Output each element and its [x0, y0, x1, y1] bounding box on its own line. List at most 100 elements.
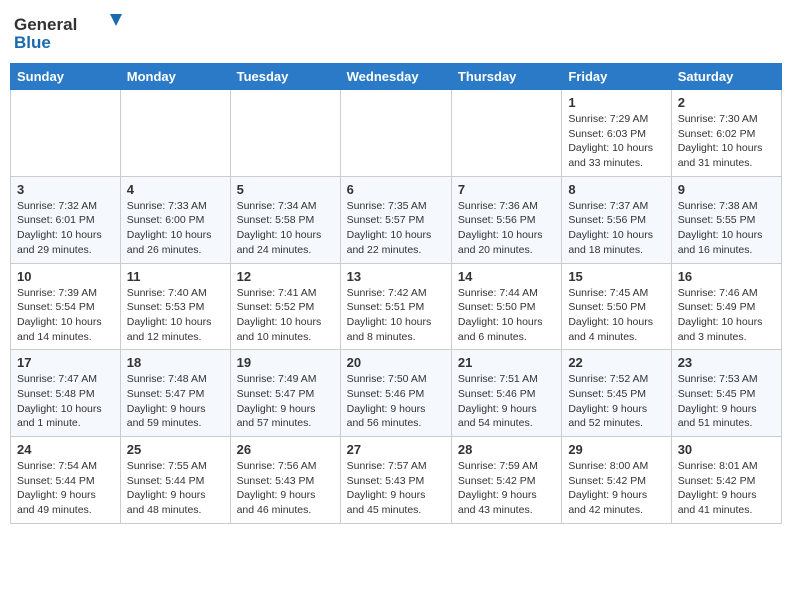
day-number: 30 — [678, 442, 775, 457]
day-number: 26 — [237, 442, 334, 457]
calendar-cell: 17 Sunrise: 7:47 AM Sunset: 5:48 PM Dayli… — [11, 350, 121, 437]
svg-text:Blue: Blue — [14, 33, 51, 52]
day-number: 16 — [678, 269, 775, 284]
day-info: Sunrise: 7:56 AM Sunset: 5:43 PM Dayligh… — [237, 459, 334, 518]
day-info: Sunrise: 7:45 AM Sunset: 5:50 PM Dayligh… — [568, 286, 664, 345]
calendar-cell: 2 Sunrise: 7:30 AM Sunset: 6:02 PM Daylig… — [671, 90, 781, 177]
day-number: 8 — [568, 182, 664, 197]
day-info: Sunrise: 8:00 AM Sunset: 5:42 PM Dayligh… — [568, 459, 664, 518]
calendar-cell: 5Sunrise: 7:34 AM Sunset: 5:58 PM Daylig… — [230, 176, 340, 263]
calendar-cell: 4 Sunrise: 7:33 AM Sunset: 6:00 PM Daylig… — [120, 176, 230, 263]
calendar-week-row: 1 Sunrise: 7:29 AM Sunset: 6:03 PM Daylig… — [11, 90, 782, 177]
calendar-cell: 14 Sunrise: 7:44 AM Sunset: 5:50 PM Dayli… — [451, 263, 561, 350]
calendar-cell: 7Sunrise: 7:36 AM Sunset: 5:56 PM Daylig… — [451, 176, 561, 263]
day-info: Sunrise: 7:34 AM Sunset: 5:58 PM Dayligh… — [237, 199, 334, 258]
day-number: 19 — [237, 355, 334, 370]
day-info: Sunrise: 7:52 AM Sunset: 5:45 PM Dayligh… — [568, 372, 664, 431]
calendar-week-row: 17 Sunrise: 7:47 AM Sunset: 5:48 PM Dayli… — [11, 350, 782, 437]
day-number: 7 — [458, 182, 555, 197]
calendar-cell: 11Sunrise: 7:40 AM Sunset: 5:53 PM Dayli… — [120, 263, 230, 350]
day-number: 1 — [568, 95, 664, 110]
day-info: Sunrise: 7:57 AM Sunset: 5:43 PM Dayligh… — [347, 459, 445, 518]
day-number: 2 — [678, 95, 775, 110]
day-number: 22 — [568, 355, 664, 370]
calendar-cell: 12 Sunrise: 7:41 AM Sunset: 5:52 PM Dayli… — [230, 263, 340, 350]
day-info: Sunrise: 7:30 AM Sunset: 6:02 PM Dayligh… — [678, 112, 775, 171]
calendar-cell — [11, 90, 121, 177]
calendar-cell: 18 Sunrise: 7:48 AM Sunset: 5:47 PM Dayli… — [120, 350, 230, 437]
weekday-header: Monday — [120, 64, 230, 90]
day-number: 4 — [127, 182, 224, 197]
day-info: Sunrise: 8:01 AM Sunset: 5:42 PM Dayligh… — [678, 459, 775, 518]
day-info: Sunrise: 7:44 AM Sunset: 5:50 PM Dayligh… — [458, 286, 555, 345]
day-info: Sunrise: 7:35 AM Sunset: 5:57 PM Dayligh… — [347, 199, 445, 258]
calendar-cell: 29 Sunrise: 8:00 AM Sunset: 5:42 PM Dayli… — [562, 437, 671, 524]
svg-text:General: General — [14, 15, 77, 34]
day-info: Sunrise: 7:46 AM Sunset: 5:49 PM Dayligh… — [678, 286, 775, 345]
page-header: General Blue — [10, 10, 782, 55]
calendar-cell: 22 Sunrise: 7:52 AM Sunset: 5:45 PM Dayli… — [562, 350, 671, 437]
day-info: Sunrise: 7:38 AM Sunset: 5:55 PM Dayligh… — [678, 199, 775, 258]
day-info: Sunrise: 7:41 AM Sunset: 5:52 PM Dayligh… — [237, 286, 334, 345]
day-number: 14 — [458, 269, 555, 284]
day-info: Sunrise: 7:29 AM Sunset: 6:03 PM Dayligh… — [568, 112, 664, 171]
day-number: 21 — [458, 355, 555, 370]
day-number: 23 — [678, 355, 775, 370]
calendar-cell: 27 Sunrise: 7:57 AM Sunset: 5:43 PM Dayli… — [340, 437, 451, 524]
day-info: Sunrise: 7:33 AM Sunset: 6:00 PM Dayligh… — [127, 199, 224, 258]
calendar-cell: 28Sunrise: 7:59 AM Sunset: 5:42 PM Dayli… — [451, 437, 561, 524]
day-number: 3 — [17, 182, 114, 197]
calendar-cell: 1 Sunrise: 7:29 AM Sunset: 6:03 PM Daylig… — [562, 90, 671, 177]
calendar-cell: 13Sunrise: 7:42 AM Sunset: 5:51 PM Dayli… — [340, 263, 451, 350]
day-info: Sunrise: 7:32 AM Sunset: 6:01 PM Dayligh… — [17, 199, 114, 258]
calendar-week-row: 10 Sunrise: 7:39 AM Sunset: 5:54 PM Dayli… — [11, 263, 782, 350]
calendar-cell — [340, 90, 451, 177]
calendar-cell: 23 Sunrise: 7:53 AM Sunset: 5:45 PM Dayli… — [671, 350, 781, 437]
calendar-cell: 9 Sunrise: 7:38 AM Sunset: 5:55 PM Daylig… — [671, 176, 781, 263]
day-info: Sunrise: 7:37 AM Sunset: 5:56 PM Dayligh… — [568, 199, 664, 258]
calendar-cell — [230, 90, 340, 177]
calendar-cell: 25 Sunrise: 7:55 AM Sunset: 5:44 PM Dayli… — [120, 437, 230, 524]
day-info: Sunrise: 7:54 AM Sunset: 5:44 PM Dayligh… — [17, 459, 114, 518]
calendar-cell: 20Sunrise: 7:50 AM Sunset: 5:46 PM Dayli… — [340, 350, 451, 437]
day-number: 27 — [347, 442, 445, 457]
day-info: Sunrise: 7:48 AM Sunset: 5:47 PM Dayligh… — [127, 372, 224, 431]
day-number: 29 — [568, 442, 664, 457]
calendar-week-row: 24 Sunrise: 7:54 AM Sunset: 5:44 PM Dayli… — [11, 437, 782, 524]
weekday-header: Tuesday — [230, 64, 340, 90]
calendar-week-row: 3 Sunrise: 7:32 AM Sunset: 6:01 PM Daylig… — [11, 176, 782, 263]
day-number: 13 — [347, 269, 445, 284]
weekday-header: Wednesday — [340, 64, 451, 90]
calendar-cell: 26 Sunrise: 7:56 AM Sunset: 5:43 PM Dayli… — [230, 437, 340, 524]
day-number: 12 — [237, 269, 334, 284]
weekday-header: Thursday — [451, 64, 561, 90]
day-info: Sunrise: 7:55 AM Sunset: 5:44 PM Dayligh… — [127, 459, 224, 518]
day-info: Sunrise: 7:49 AM Sunset: 5:47 PM Dayligh… — [237, 372, 334, 431]
day-number: 9 — [678, 182, 775, 197]
day-number: 10 — [17, 269, 114, 284]
day-number: 15 — [568, 269, 664, 284]
day-number: 18 — [127, 355, 224, 370]
logo: General Blue — [14, 10, 124, 55]
calendar-table: SundayMondayTuesdayWednesdayThursdayFrid… — [10, 63, 782, 524]
calendar-cell: 30 Sunrise: 8:01 AM Sunset: 5:42 PM Dayli… — [671, 437, 781, 524]
day-info: Sunrise: 7:47 AM Sunset: 5:48 PM Dayligh… — [17, 372, 114, 431]
calendar-cell — [120, 90, 230, 177]
day-number: 17 — [17, 355, 114, 370]
logo-svg: General Blue — [14, 10, 124, 55]
calendar-cell: 8 Sunrise: 7:37 AM Sunset: 5:56 PM Daylig… — [562, 176, 671, 263]
calendar-cell: 19 Sunrise: 7:49 AM Sunset: 5:47 PM Dayli… — [230, 350, 340, 437]
day-info: Sunrise: 7:39 AM Sunset: 5:54 PM Dayligh… — [17, 286, 114, 345]
day-info: Sunrise: 7:50 AM Sunset: 5:46 PM Dayligh… — [347, 372, 445, 431]
day-info: Sunrise: 7:53 AM Sunset: 5:45 PM Dayligh… — [678, 372, 775, 431]
day-number: 11 — [127, 269, 224, 284]
calendar-header-row: SundayMondayTuesdayWednesdayThursdayFrid… — [11, 64, 782, 90]
weekday-header: Saturday — [671, 64, 781, 90]
day-number: 28 — [458, 442, 555, 457]
calendar-cell: 3 Sunrise: 7:32 AM Sunset: 6:01 PM Daylig… — [11, 176, 121, 263]
day-number: 24 — [17, 442, 114, 457]
day-number: 25 — [127, 442, 224, 457]
calendar-cell: 15 Sunrise: 7:45 AM Sunset: 5:50 PM Dayli… — [562, 263, 671, 350]
weekday-header: Sunday — [11, 64, 121, 90]
weekday-header: Friday — [562, 64, 671, 90]
